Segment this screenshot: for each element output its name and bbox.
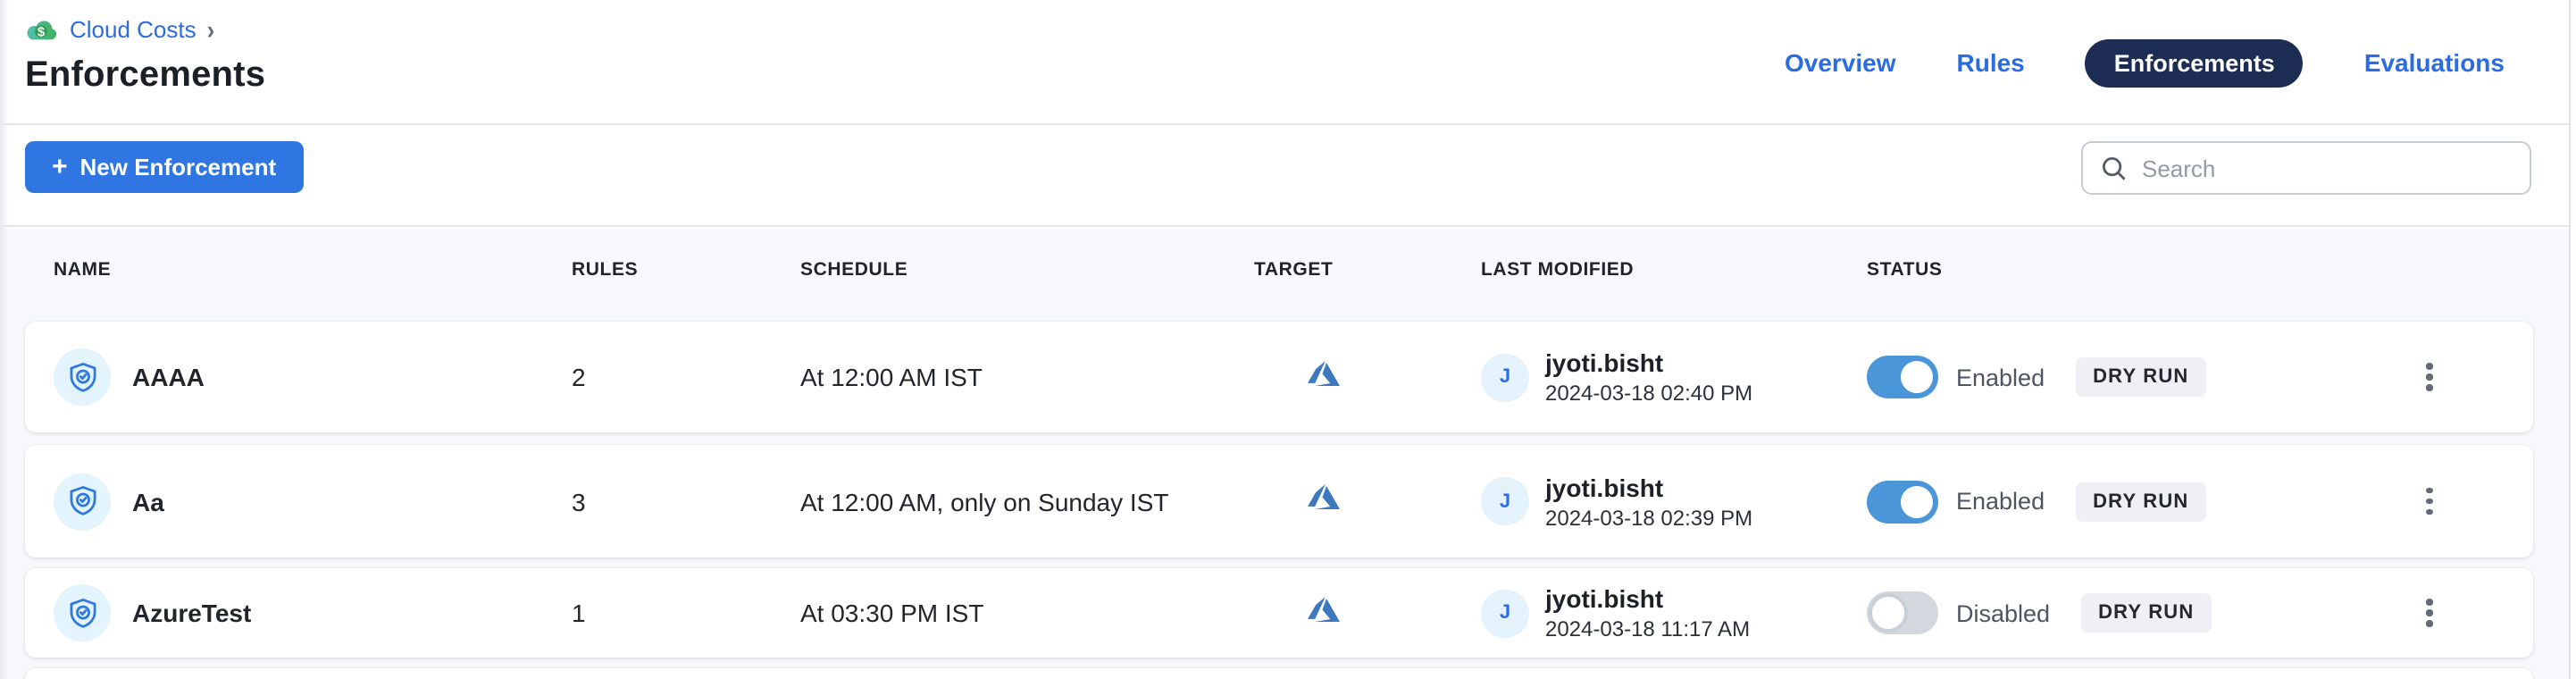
- toggle-knob: [1897, 482, 1936, 521]
- tab-evaluations[interactable]: Evaluations: [2364, 48, 2505, 77]
- status-toggle[interactable]: [1867, 591, 1938, 634]
- new-enforcement-button[interactable]: + New Enforcement: [25, 141, 303, 193]
- avatar: J: [1481, 477, 1529, 525]
- toolbar: + New Enforcement: [0, 127, 2576, 227]
- enforcement-shield-icon: [54, 348, 111, 406]
- svg-text:$: $: [38, 23, 46, 38]
- modified-by-user: jyoti.bisht: [1545, 348, 1752, 377]
- breadcrumb-cloud-costs-link[interactable]: Cloud Costs: [70, 16, 197, 43]
- breadcrumb-chevron-icon: ›: [207, 14, 215, 46]
- column-header-name: NAME: [54, 259, 572, 281]
- tab-bar: Overview Rules Enforcements Evaluations: [1785, 0, 2505, 125]
- rules-count: 1: [572, 599, 800, 627]
- column-header-last-modified: LAST MODIFIED: [1481, 259, 1867, 281]
- kebab-menu-button[interactable]: [2415, 589, 2443, 638]
- table-row[interactable]: AzureTest 1 At 03:30 PM IST J jyoti.bish…: [25, 568, 2533, 658]
- azure-icon: [1254, 481, 1481, 522]
- new-enforcement-button-label: New Enforcement: [80, 154, 277, 180]
- enforcements-table: NAME RULES SCHEDULE TARGET LAST MODIFIED…: [0, 229, 2576, 679]
- column-header-target: TARGET: [1254, 259, 1481, 281]
- modified-by-user: jyoti.bisht: [1545, 473, 1752, 501]
- schedule-text: At 12:00 AM, only on Sunday IST: [800, 487, 1254, 516]
- breadcrumb[interactable]: $ Cloud Costs ›: [25, 16, 214, 43]
- rules-count: 2: [572, 363, 800, 391]
- modified-by-user: jyoti.bisht: [1545, 584, 1750, 613]
- kebab-menu-button[interactable]: [2415, 353, 2443, 402]
- left-edge-shadow: [0, 0, 9, 679]
- page-header: $ Cloud Costs › Enforcements Overview Ru…: [0, 0, 2576, 125]
- tab-enforcements[interactable]: Enforcements: [2086, 38, 2304, 87]
- plus-icon: +: [52, 153, 68, 180]
- enforcements-page: $ Cloud Costs › Enforcements Overview Ru…: [0, 0, 2576, 679]
- rules-count: 3: [572, 487, 800, 516]
- modified-date: 2024-03-18 11:17 AM: [1545, 616, 1750, 641]
- column-header-status: STATUS: [1867, 259, 2401, 281]
- enforcement-shield-icon: [54, 584, 111, 641]
- page-title: Enforcements: [25, 55, 265, 96]
- status-label: Enabled: [1956, 488, 2045, 515]
- search-box[interactable]: [2081, 141, 2531, 195]
- dry-run-badge: DRY RUN: [2075, 357, 2206, 397]
- table-header-row: NAME RULES SCHEDULE TARGET LAST MODIFIED…: [25, 259, 2533, 281]
- scrollbar-track[interactable]: [2571, 0, 2576, 679]
- status-label: Enabled: [1956, 364, 2045, 390]
- toggle-knob: [1897, 357, 1936, 397]
- status-label: Disabled: [1956, 599, 2050, 626]
- kebab-menu-button[interactable]: [2415, 477, 2443, 526]
- enforcement-name: AzureTest: [132, 599, 251, 627]
- table-row[interactable]: AAAA 2 At 12:00 AM IST J jyoti.bisht 202…: [25, 322, 2533, 432]
- azure-icon: [1254, 592, 1481, 633]
- search-input[interactable]: [2142, 155, 2512, 181]
- schedule-text: At 03:30 PM IST: [800, 599, 1254, 627]
- column-header-schedule: SCHEDULE: [800, 259, 1254, 281]
- table-row[interactable]: Aa 3 At 12:00 AM, only on Sunday IST J j…: [25, 445, 2533, 557]
- modified-date: 2024-03-18 02:39 PM: [1545, 505, 1752, 530]
- cloud-costs-icon: $: [25, 17, 59, 42]
- tab-rules[interactable]: Rules: [1957, 48, 2025, 77]
- dry-run-badge: DRY RUN: [2080, 593, 2212, 633]
- avatar: J: [1481, 589, 1529, 637]
- enforcement-name: Aa: [132, 487, 164, 516]
- enforcement-name: AAAA: [132, 363, 205, 391]
- toggle-knob: [1869, 593, 1908, 633]
- avatar: J: [1481, 353, 1529, 401]
- modified-date: 2024-03-18 02:40 PM: [1545, 381, 1752, 406]
- dry-run-badge: DRY RUN: [2075, 482, 2206, 521]
- tab-overview[interactable]: Overview: [1785, 48, 1896, 77]
- next-row-partial: [25, 668, 2533, 679]
- status-toggle[interactable]: [1867, 356, 1938, 398]
- azure-icon: [1254, 356, 1481, 398]
- schedule-text: At 12:00 AM IST: [800, 363, 1254, 391]
- status-toggle[interactable]: [1867, 480, 1938, 523]
- enforcement-shield-icon: [54, 473, 111, 530]
- search-icon: [2101, 155, 2128, 181]
- column-header-rules: RULES: [572, 259, 800, 281]
